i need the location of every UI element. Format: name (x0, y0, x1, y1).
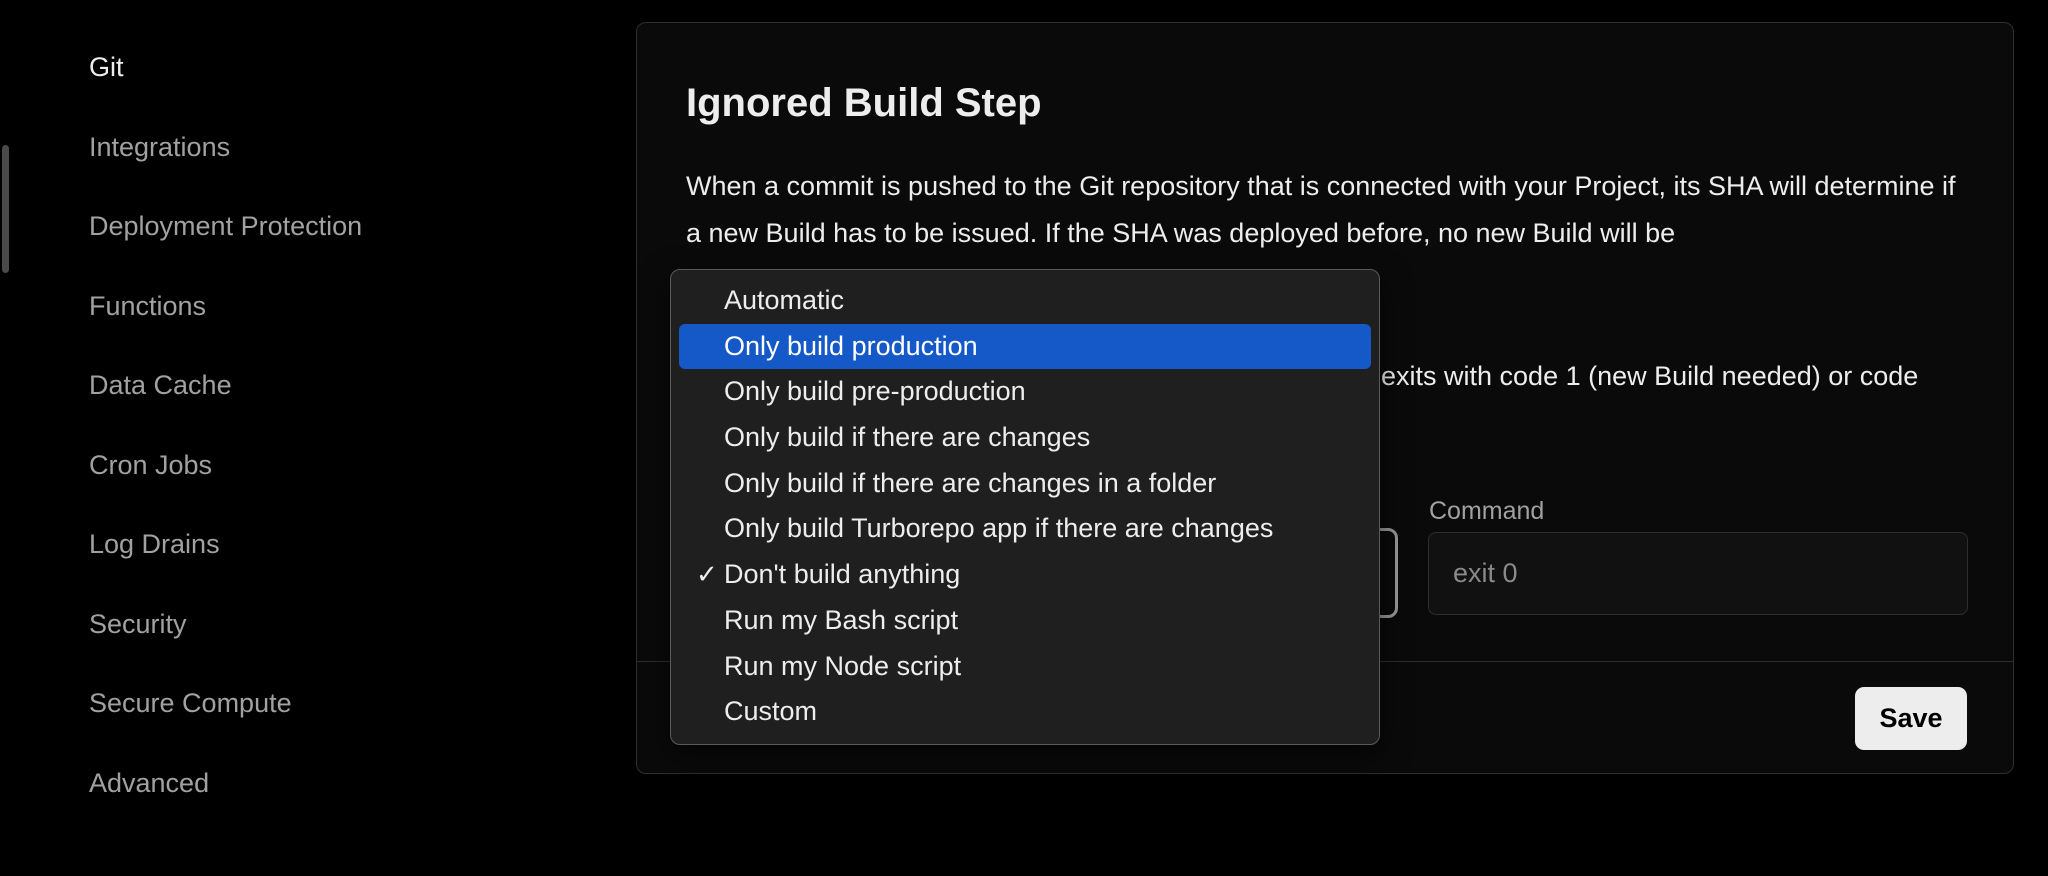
sidebar-item-log-drains[interactable]: Log Drains (89, 511, 509, 591)
save-button[interactable]: Save (1855, 687, 1967, 750)
sidebar-item-cron-jobs[interactable]: Cron Jobs (89, 432, 509, 512)
dropdown-option-only-build-pre-production[interactable]: Only build pre-production (679, 369, 1371, 415)
behavior-dropdown-menu: Automatic Only build production Only bui… (670, 269, 1380, 745)
dropdown-option-run-node-script[interactable]: Run my Node script (679, 644, 1371, 690)
command-label: Command (1429, 497, 1545, 525)
sidebar-item-secure-compute[interactable]: Secure Compute (89, 670, 509, 750)
sidebar-item-functions[interactable]: Functions (89, 273, 509, 353)
sidebar-item-security[interactable]: Security (89, 591, 509, 671)
dropdown-option-automatic[interactable]: Automatic (679, 278, 1371, 324)
check-icon: ✓ (696, 559, 718, 590)
settings-sidebar: Git Integrations Deployment Protection F… (89, 34, 509, 829)
sidebar-item-advanced[interactable]: Advanced (89, 750, 509, 830)
sidebar-item-deployment-protection[interactable]: Deployment Protection (89, 193, 509, 273)
sidebar-scrollbar[interactable] (2, 145, 9, 273)
dropdown-option-custom[interactable]: Custom (679, 689, 1371, 735)
dropdown-option-label: Don't build anything (724, 559, 961, 590)
dropdown-option-only-build-if-changes-folder[interactable]: Only build if there are changes in a fol… (679, 461, 1371, 507)
dropdown-option-only-build-turborepo[interactable]: Only build Turborepo app if there are ch… (679, 506, 1371, 552)
card-title: Ignored Build Step (686, 81, 1042, 125)
dropdown-option-run-bash-script[interactable]: Run my Bash script (679, 598, 1371, 644)
sidebar-item-integrations[interactable]: Integrations (89, 114, 509, 194)
dropdown-option-only-build-production[interactable]: Only build production (679, 323, 1371, 370)
dropdown-option-only-build-if-changes[interactable]: Only build if there are changes (679, 415, 1371, 461)
sidebar-item-data-cache[interactable]: Data Cache (89, 352, 509, 432)
sidebar-item-git[interactable]: Git (89, 34, 509, 114)
card-description-visible-fragment: exits with code 1 (new Build needed) or … (1381, 361, 1919, 391)
dropdown-option-dont-build-anything[interactable]: ✓ Don't build anything (679, 552, 1371, 598)
command-input[interactable] (1428, 532, 1968, 615)
card-description: When a commit is pushed to the Git repos… (686, 171, 1956, 248)
